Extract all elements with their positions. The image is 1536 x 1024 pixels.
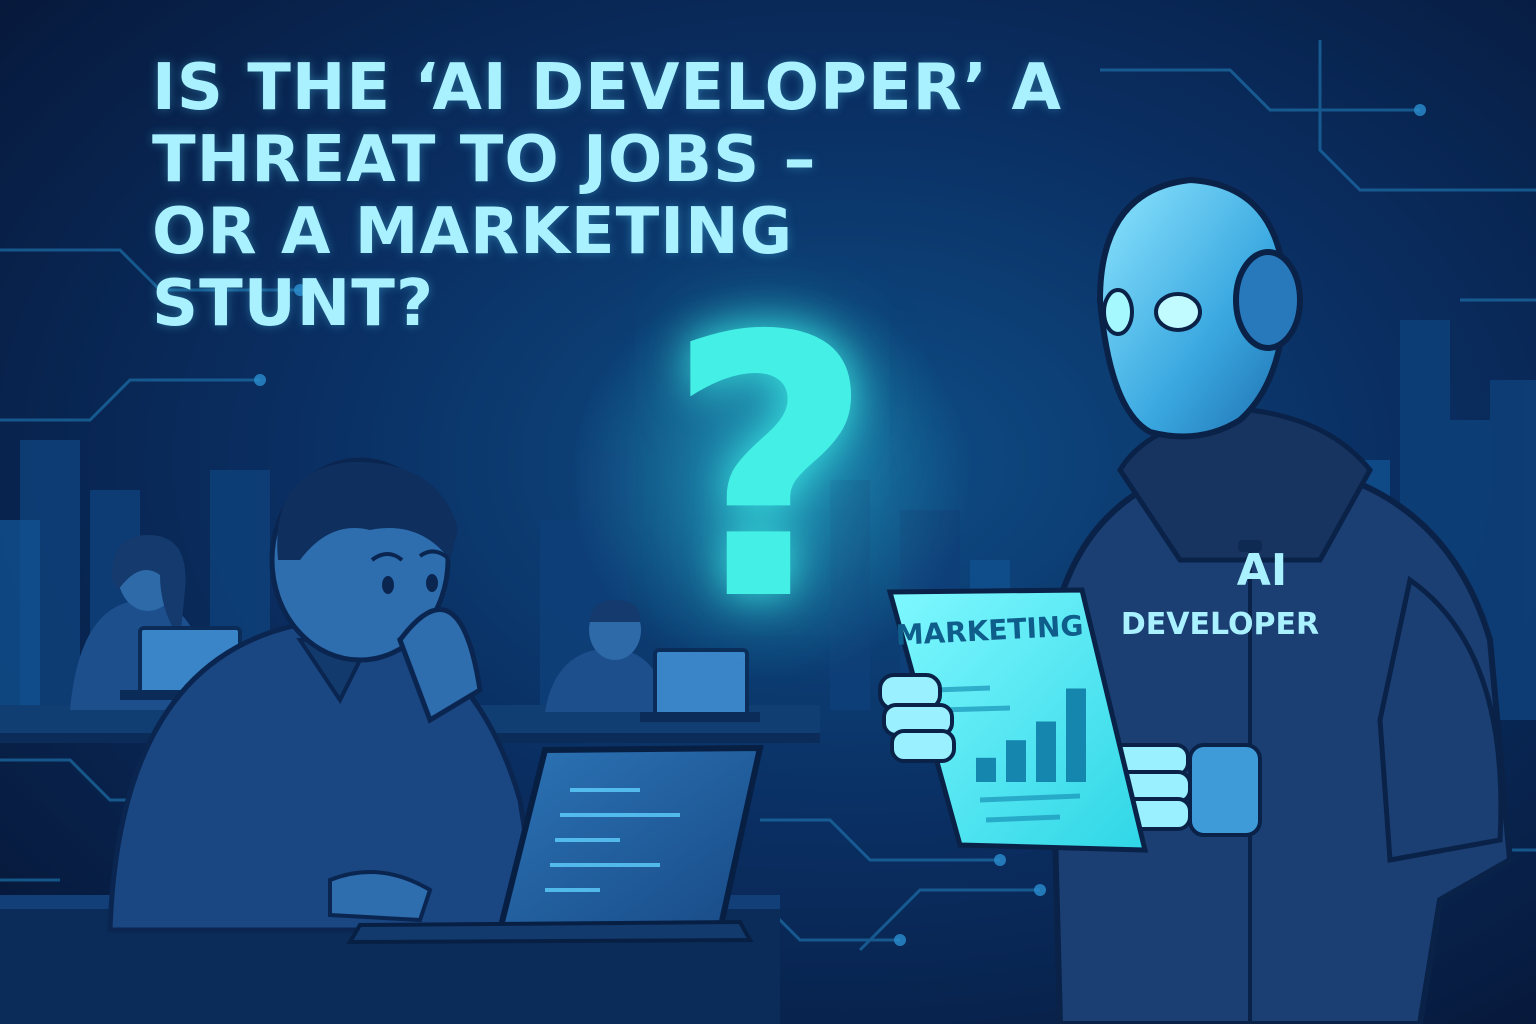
hoodie-text-developer: DEVELOPER: [1121, 607, 1319, 642]
illustration-scene: MARKETING AI DEVELOPER IS THE ‘AI DEVELO…: [0, 0, 1536, 1024]
document-bar: [976, 757, 996, 782]
question-mark-icon: ?: [665, 260, 875, 679]
headline-line: OR A MARKETING: [152, 195, 794, 269]
hoodie-text-ai: AI: [1237, 545, 1287, 596]
document-bar: [1006, 740, 1026, 782]
document-bar: [1066, 688, 1086, 782]
headline-line: IS THE ‘AI DEVELOPER’ A: [152, 51, 1063, 125]
headline-line: THREAT TO JOBS –: [152, 123, 817, 197]
document-bar: [1036, 721, 1056, 782]
